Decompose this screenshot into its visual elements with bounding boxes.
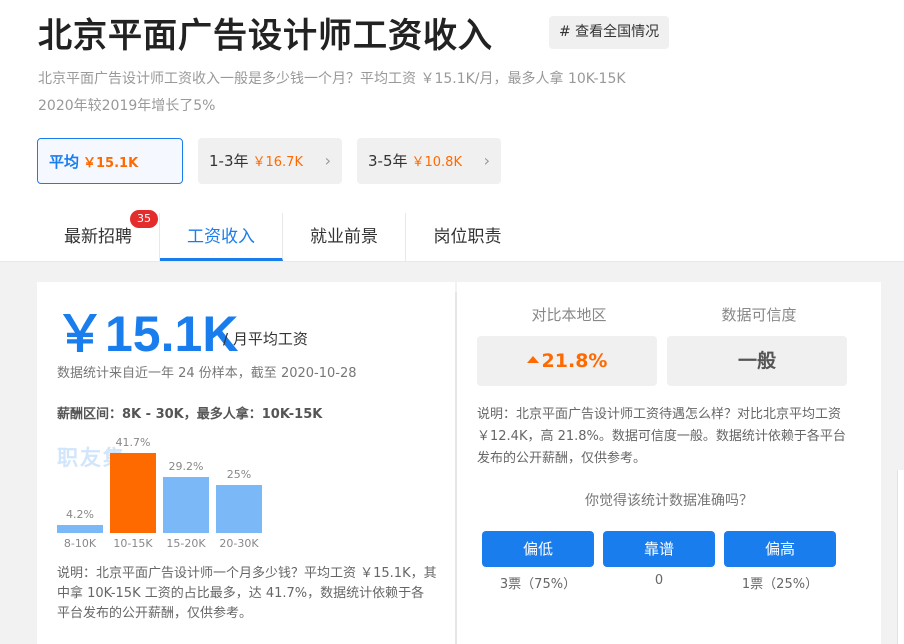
- tab-label: 就业前景: [310, 227, 378, 247]
- side-panel-edge: [897, 470, 904, 644]
- vote-accurate-count: 0: [654, 573, 664, 588]
- chevron-right-icon: ›: [483, 151, 490, 170]
- vote-high-count: 1票（25%）: [741, 577, 819, 592]
- compare-explanation: 说明：北京平面广告设计师工资待遇怎么样？对比北京平均工资 ￥12.4K，高 21…: [477, 407, 846, 466]
- bar-category-label: 20-30K: [219, 537, 259, 550]
- average-salary: ￥15.1K: [55, 306, 239, 362]
- chip-value: ￥15.1K: [83, 156, 139, 171]
- salary-unit: / 月平均工资: [223, 330, 308, 348]
- chip-label: 平均: [49, 153, 80, 171]
- description-line-1: 北京平面广告设计师工资收入一般是多少钱一个月？平均工资 ￥15.1K/月，最多人…: [38, 71, 626, 87]
- vote-question: 你觉得该统计数据准确吗？: [585, 493, 753, 509]
- chip-1-3-years[interactable]: 1-3年 ￥16.7K ›: [198, 138, 342, 184]
- tab-label: 工资收入: [187, 227, 255, 247]
- chip-average[interactable]: 平均 ￥15.1K: [37, 138, 183, 184]
- bar-value-label: 25%: [226, 468, 252, 481]
- bar-value-label: 41.7%: [115, 436, 151, 449]
- page-title: 北京平面广告设计师工资收入: [38, 16, 493, 56]
- tab-bar: 最新招聘 35 工资收入 就业前景 岗位职责: [37, 210, 529, 261]
- tab-prospects[interactable]: 就业前景: [283, 213, 406, 261]
- vote-high-button[interactable]: 偏高: [724, 531, 836, 567]
- page-description: 北京平面广告设计师工资收入一般是多少钱一个月？平均工资 ￥15.1K/月，最多人…: [38, 66, 738, 120]
- bar-value-label: 4.2%: [66, 508, 94, 521]
- region-compare-number: 21.8%: [541, 350, 608, 372]
- compare-card: 对比本地区 21.8% 数据可信度 一般 说明：北京平面广告设计师工资待遇怎么样…: [457, 282, 881, 644]
- chip-label: 3-5年: [368, 152, 408, 170]
- tab-label: 最新招聘: [64, 227, 132, 247]
- bar-category-label: 8-10K: [63, 537, 97, 550]
- bar-category-label: 15-20K: [166, 537, 206, 550]
- chip-value: ￥10.8K: [411, 155, 462, 170]
- arrow-up-icon: [526, 356, 539, 363]
- vote-accurate-button[interactable]: 靠谱: [603, 531, 715, 567]
- vote-low-count: 3票（75%）: [499, 577, 577, 592]
- vote-low-button[interactable]: 偏低: [482, 531, 594, 567]
- chip-3-5-years[interactable]: 3-5年 ￥10.8K ›: [357, 138, 501, 184]
- tab-duties[interactable]: 岗位职责: [406, 213, 529, 261]
- chip-value: ￥16.7K: [252, 155, 303, 170]
- chart-bar: [216, 485, 262, 533]
- salary-range: 薪酬区间：8K - 30K，最多人拿：10K-15K: [57, 407, 323, 422]
- chart-bar: [110, 453, 156, 533]
- trust-value: 一般: [667, 336, 847, 386]
- count-badge: 35: [130, 210, 158, 228]
- chart-bar: [57, 525, 103, 533]
- salary-distribution-chart: 4.2% 8-10K 41.7% 10-15K 29.2% 15-20K 25% 20-30K: [57, 432, 267, 552]
- salary-explanation: 说明：北京平面广告设计师一个月多少钱？平均工资 ￥15.1K，其中拿 10K-1…: [57, 566, 437, 621]
- region-compare-value: 21.8%: [477, 336, 657, 386]
- tab-latest-jobs[interactable]: 最新招聘 35: [37, 210, 160, 261]
- view-national-tag[interactable]: # 查看全国情况: [549, 16, 670, 49]
- region-compare-title: 对比本地区: [531, 306, 607, 324]
- chart-bar: [163, 477, 209, 533]
- chip-label: 1-3年: [209, 152, 249, 170]
- salary-card: ￥15.1K / 月平均工资 数据统计来自近一年 24 份样本，截至 2020-…: [37, 282, 455, 644]
- trust-title: 数据可信度: [721, 306, 797, 324]
- bar-category-label: 10-15K: [113, 537, 153, 550]
- description-line-2: 2020年较2019年增长了5%: [38, 98, 216, 114]
- tab-salary[interactable]: 工资收入: [160, 213, 283, 261]
- sample-note: 数据统计来自近一年 24 份样本，截至 2020-10-28: [57, 366, 357, 381]
- tab-label: 岗位职责: [433, 227, 502, 247]
- bar-value-label: 29.2%: [168, 460, 204, 473]
- chevron-right-icon: ›: [324, 151, 331, 170]
